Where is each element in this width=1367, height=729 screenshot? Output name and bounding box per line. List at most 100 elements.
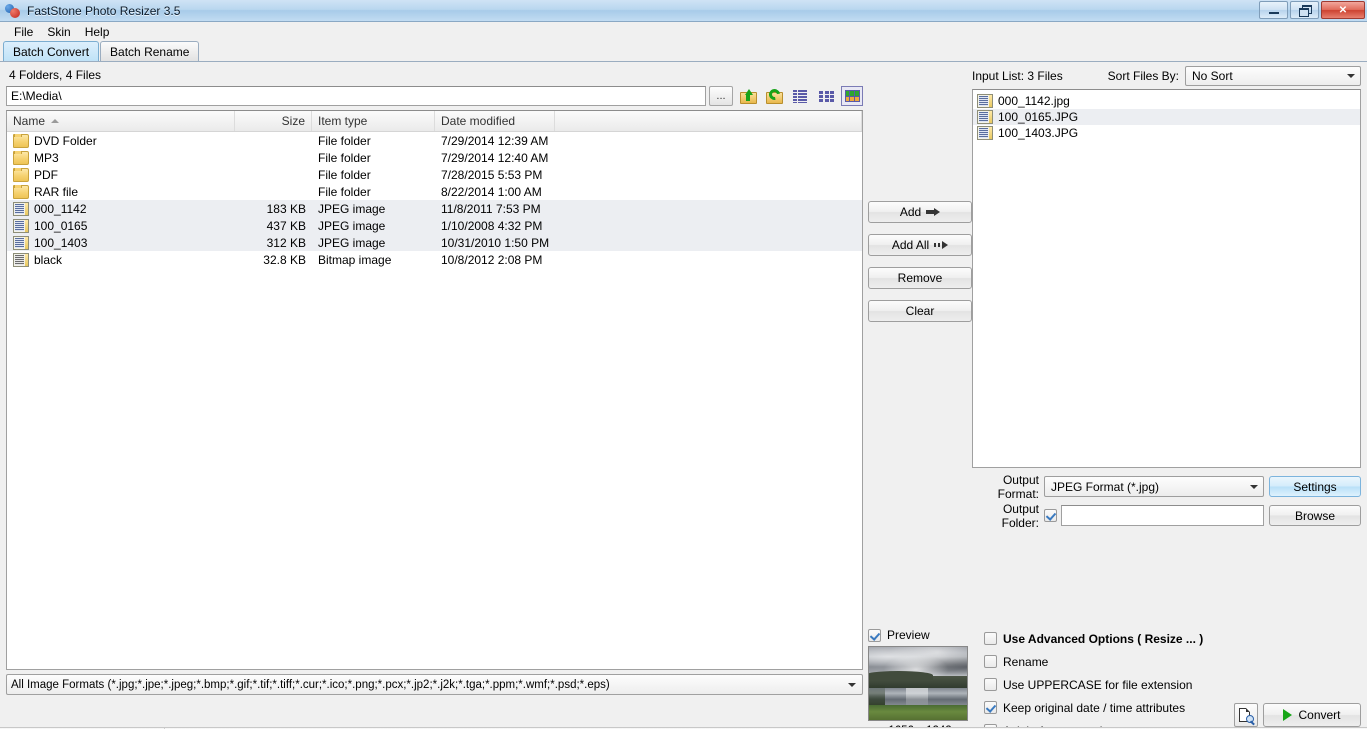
option-use-advanced-options[interactable]: Use Advanced Options ( Resize ... )	[984, 627, 1361, 650]
preview-column: Preview 1656 x 1242 438 KB 2008-01-10 16…	[868, 627, 972, 729]
add-button[interactable]: Add	[868, 201, 972, 223]
window-title: FastStone Photo Resizer 3.5	[27, 3, 181, 18]
path-input[interactable]: E:\Media\	[6, 86, 706, 106]
keep-original-date-checkbox[interactable]	[984, 701, 997, 714]
output-folder-input[interactable]	[1061, 505, 1264, 526]
clear-button[interactable]: Clear	[868, 300, 972, 322]
view-list-icon[interactable]	[815, 86, 837, 106]
cell-date-modified: 10/8/2012 2:08 PM	[441, 252, 543, 267]
up-folder-icon[interactable]	[737, 86, 759, 106]
input-file-name: 100_0165.JPG	[998, 110, 1079, 124]
table-row[interactable]: 000_1142 183 KB JPEG image 11/8/2011 7:53 P…	[7, 200, 862, 217]
folder-icon	[13, 133, 29, 148]
tab-batch-rename[interactable]: Batch Rename	[100, 41, 200, 61]
cell-item-type: JPEG image	[318, 201, 386, 216]
uppercase-extension-checkbox[interactable]	[984, 678, 997, 691]
option-rename[interactable]: Rename	[984, 650, 1361, 673]
chevron-down-icon	[1347, 74, 1355, 78]
input-file-list[interactable]: 000_1142.jpg 100_0165.JPG 100_1403.JPG	[972, 89, 1361, 468]
remove-button[interactable]: Remove	[868, 267, 972, 289]
minimize-button[interactable]	[1259, 1, 1288, 19]
chevron-down-icon	[848, 682, 856, 687]
uppercase-extension-label: Use UPPERCASE for file extension	[1003, 677, 1193, 692]
option-uppercase-extension[interactable]: Use UPPERCASE for file extension	[984, 673, 1361, 696]
advanced-options-checkbox[interactable]	[984, 632, 997, 645]
file-name: MP3	[34, 150, 59, 165]
cell-item-type: JPEG image	[318, 218, 386, 233]
jpeg-image-icon	[13, 218, 29, 233]
add-all-button[interactable]: Add All	[868, 234, 972, 256]
format-filter-dropdown[interactable]: All Image Formats (*.jpg;*.jpe;*.jpeg;*.…	[6, 674, 863, 695]
list-item[interactable]: 100_1403.JPG	[973, 125, 1360, 141]
menu-skin[interactable]: Skin	[40, 23, 77, 41]
preview-thumbnail[interactable]	[868, 646, 968, 721]
main-content: 4 Folders, 4 Files E:\Media\ ... Name Si…	[0, 62, 1367, 729]
cell-date-modified: 1/10/2008 4:32 PM	[441, 218, 543, 233]
menu-help[interactable]: Help	[78, 23, 117, 41]
add-all-button-label: Add All	[891, 238, 930, 252]
cell-name: black	[7, 252, 235, 267]
table-row[interactable]: 100_1403 312 KB JPEG image 10/31/2010 1:50 …	[7, 234, 862, 251]
table-row[interactable]: MP3 File folder 7/29/2014 12:40 AM	[7, 149, 862, 166]
settings-button[interactable]: Settings	[1269, 476, 1361, 497]
restore-button[interactable]	[1290, 1, 1319, 19]
transfer-buttons: Add Add All Remove Clear	[868, 201, 972, 333]
convert-button[interactable]: Convert	[1263, 703, 1361, 727]
table-row[interactable]: DVD Folder File folder 7/29/2014 12:39 AM	[7, 132, 862, 149]
jpeg-image-icon	[977, 126, 993, 140]
folder-file-count: 4 Folders, 4 Files	[9, 68, 102, 82]
menu-file[interactable]: File	[7, 23, 40, 41]
close-button[interactable]: ✕	[1321, 1, 1365, 19]
output-folder-checkbox[interactable]	[1044, 509, 1057, 522]
table-row[interactable]: black 32.8 KB Bitmap image 10/8/2012 2:08 P…	[7, 251, 862, 268]
view-details-icon[interactable]	[789, 86, 811, 106]
list-item[interactable]: 000_1142.jpg	[973, 93, 1360, 109]
column-header-name[interactable]: Name	[7, 111, 235, 131]
view-tiles-icon[interactable]	[841, 86, 863, 106]
file-name: RAR file	[34, 184, 79, 199]
table-row[interactable]: 100_0165 437 KB JPEG image 1/10/2008 4:32 P…	[7, 217, 862, 234]
input-output-panel: Input List: 3 Files Sort Files By: No So…	[972, 66, 1361, 530]
table-row[interactable]: PDF File folder 7/28/2015 5:53 PM	[7, 166, 862, 183]
cell-item-type: File folder	[318, 133, 371, 148]
output-folder-row: Output Folder: Browse	[972, 502, 1361, 530]
preview-label: Preview	[887, 628, 930, 642]
column-header-date-modified[interactable]: Date modified	[435, 111, 555, 131]
add-button-label: Add	[899, 205, 922, 219]
cell-size: 183 KB	[266, 201, 306, 216]
list-item[interactable]: 100_0165.JPG	[973, 109, 1360, 125]
window-controls: ✕	[1259, 1, 1365, 19]
preview-checkbox[interactable]	[868, 628, 881, 642]
refresh-folder-icon[interactable]	[763, 86, 785, 106]
cell-date-modified: 7/28/2015 5:53 PM	[441, 167, 543, 182]
table-row[interactable]: RAR file File folder 8/22/2014 1:00 AM	[7, 183, 862, 200]
window-title-bar[interactable]: FastStone Photo Resizer 3.5 ✕	[0, 0, 1367, 22]
output-format-select[interactable]: JPEG Format (*.jpg)	[1044, 476, 1264, 497]
input-list-count: Input List: 3 Files	[972, 69, 1063, 83]
cell-size: 437 KB	[266, 218, 306, 233]
jpeg-image-icon	[977, 110, 993, 124]
menu-bar: File Skin Help	[0, 22, 1367, 41]
action-buttons: Convert Close	[1234, 703, 1361, 729]
column-header-item-type[interactable]: Item type	[312, 111, 435, 131]
options-area: Preview 1656 x 1242 438 KB 2008-01-10 16…	[868, 627, 1361, 729]
output-format-label: Output Format:	[997, 472, 1039, 501]
file-name: 000_1142	[34, 201, 87, 216]
input-file-name: 000_1142.jpg	[998, 94, 1070, 108]
cell-name: RAR file	[7, 184, 235, 199]
rename-checkbox[interactable]	[984, 655, 997, 668]
browse-path-button[interactable]: ...	[709, 86, 733, 106]
column-header-size[interactable]: Size	[235, 111, 312, 131]
file-name: PDF	[34, 167, 58, 182]
tab-batch-convert[interactable]: Batch Convert	[3, 41, 100, 61]
document-magnifier-icon[interactable]	[1234, 703, 1258, 727]
column-header-filler	[555, 111, 862, 131]
input-file-list-body: 000_1142.jpg 100_0165.JPG 100_1403.JPG	[973, 93, 1360, 141]
browse-output-folder-button[interactable]: Browse	[1269, 505, 1361, 526]
sort-files-by-select[interactable]: No Sort	[1185, 66, 1361, 86]
sort-files-by-value: No Sort	[1192, 69, 1233, 83]
file-list[interactable]: Name Size Item type Date modified DVD Fo…	[6, 110, 863, 670]
file-list-header: Name Size Item type Date modified	[7, 111, 862, 132]
cell-item-type: File folder	[318, 150, 371, 165]
jpeg-image-icon	[13, 235, 29, 250]
